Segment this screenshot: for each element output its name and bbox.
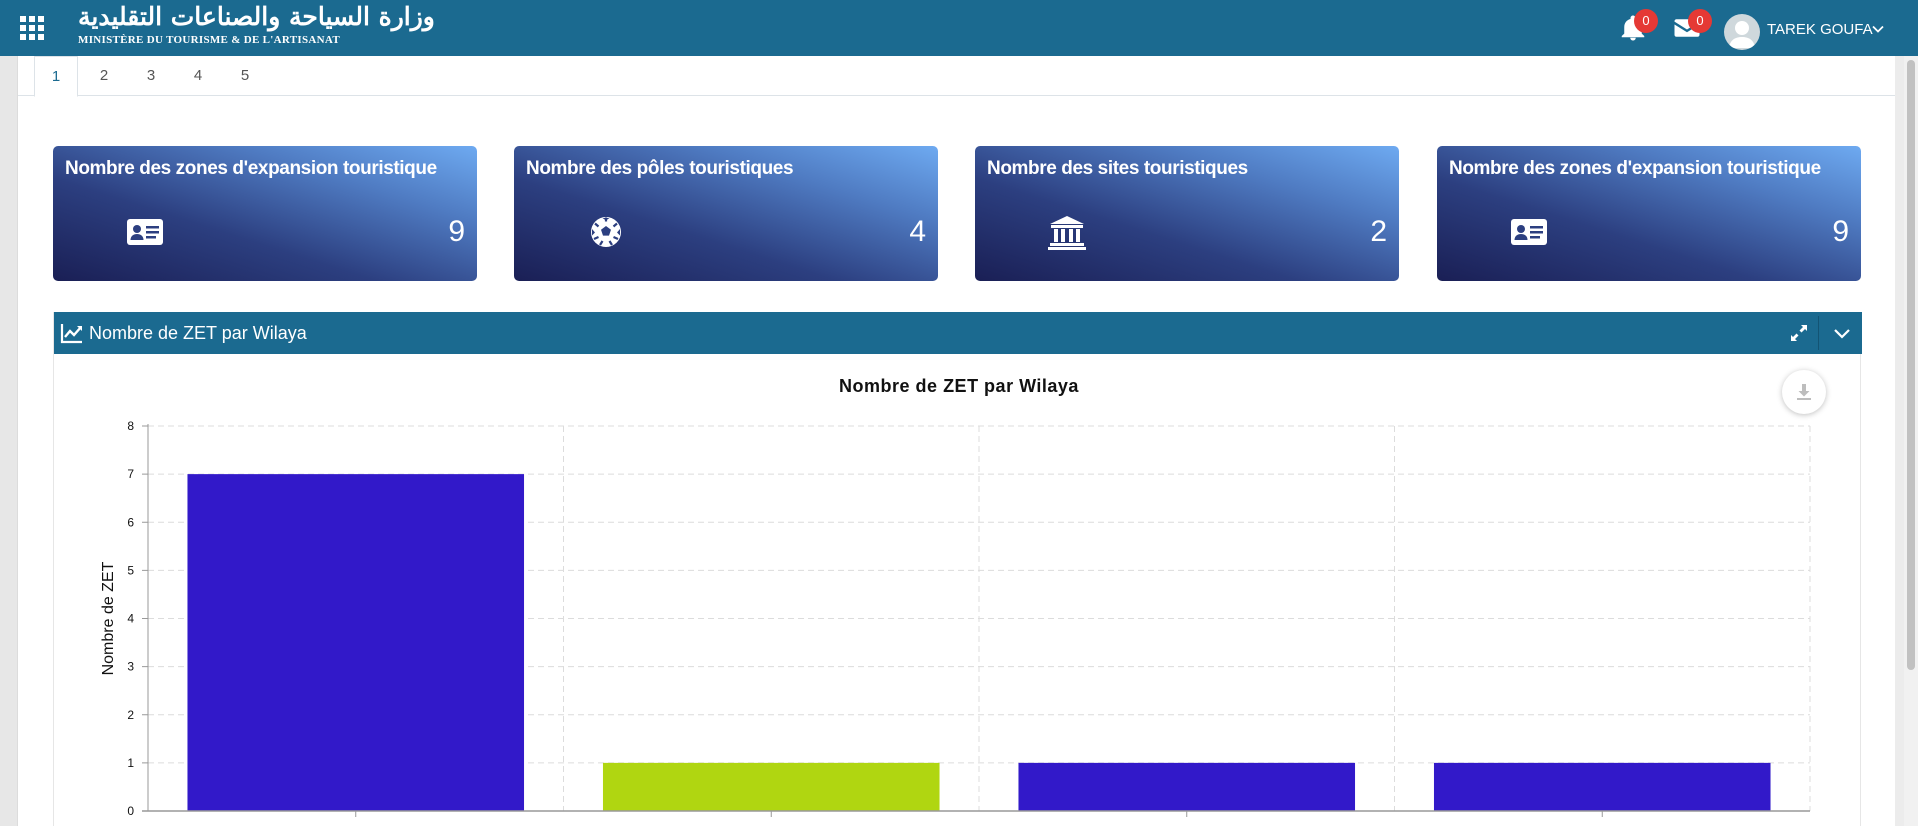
chart-bar[interactable] xyxy=(187,474,525,811)
messages-badge: 0 xyxy=(1688,9,1712,33)
notifications-badge: 0 xyxy=(1634,9,1658,33)
stat-card-sites[interactable]: Nombre des sites touristiques 2 xyxy=(975,146,1399,281)
user-name[interactable]: TAREK GOUFA xyxy=(1767,21,1873,38)
card-title: Nombre des zones d'expansion touristique xyxy=(65,158,437,179)
id-card-icon xyxy=(1509,214,1549,250)
card-value: 9 xyxy=(1832,215,1849,248)
stat-card-zones-expansion[interactable]: Nombre des zones d'expansion touristique… xyxy=(53,146,477,281)
header-divider xyxy=(1818,316,1819,350)
stat-card-zones-expansion-2[interactable]: Nombre des zones d'expansion touristique… xyxy=(1437,146,1861,281)
page-tabs: 1 2 3 4 5 xyxy=(18,56,1895,97)
card-title: Nombre des pôles touristiques xyxy=(526,158,794,179)
left-gutter xyxy=(0,56,18,826)
tab-1[interactable]: 1 xyxy=(34,56,78,97)
tab-5[interactable]: 5 xyxy=(223,56,267,96)
chart-download-button[interactable] xyxy=(1782,370,1826,414)
chart-title: Nombre de ZET par Wilaya xyxy=(839,376,1079,396)
expand-button[interactable] xyxy=(1779,312,1817,354)
chevron-down-icon xyxy=(1834,329,1850,339)
card-value: 9 xyxy=(448,215,465,248)
top-navbar: وزارة السياحة والصناعات التقليدية MINIST… xyxy=(0,0,1918,58)
tab-4[interactable]: 4 xyxy=(176,56,220,96)
page-scrollbar[interactable] xyxy=(1904,56,1918,826)
card-value: 4 xyxy=(909,215,926,248)
apps-grid-icon[interactable] xyxy=(20,16,44,40)
chart-bar[interactable] xyxy=(1018,762,1356,811)
ministry-logo[interactable]: وزارة السياحة والصناعات التقليدية MINIST… xyxy=(64,0,435,58)
user-menu-chevron-icon[interactable] xyxy=(1871,22,1885,36)
stat-card-poles[interactable]: Nombre des pôles touristiques 4 xyxy=(514,146,938,281)
expand-icon xyxy=(1791,325,1807,341)
id-card-icon xyxy=(125,214,165,250)
chart-panel-header: Nombre de ZET par Wilaya xyxy=(54,312,1862,354)
card-title: Nombre des sites touristiques xyxy=(987,158,1248,179)
chart-bar[interactable] xyxy=(1433,762,1771,811)
scrollbar-thumb[interactable] xyxy=(1907,60,1915,670)
tab-2[interactable]: 2 xyxy=(82,56,126,96)
chart-bar[interactable] xyxy=(602,762,940,811)
collapse-button[interactable] xyxy=(1822,312,1860,354)
logo-french-text: MINISTÈRE DU TOURISME & DE L'ARTISANAT xyxy=(78,34,340,46)
museum-icon xyxy=(1047,214,1087,250)
card-value: 2 xyxy=(1370,215,1387,248)
user-avatar[interactable] xyxy=(1724,14,1760,50)
logo-arabic-text: وزارة السياحة والصناعات التقليدية xyxy=(78,2,435,31)
download-icon xyxy=(1797,384,1811,400)
line-chart-icon xyxy=(60,322,84,344)
soccer-ball-icon xyxy=(586,214,626,250)
chart-panel-title: Nombre de ZET par Wilaya xyxy=(89,323,307,343)
tab-3[interactable]: 3 xyxy=(129,56,173,96)
card-title: Nombre des zones d'expansion touristique xyxy=(1449,158,1821,179)
